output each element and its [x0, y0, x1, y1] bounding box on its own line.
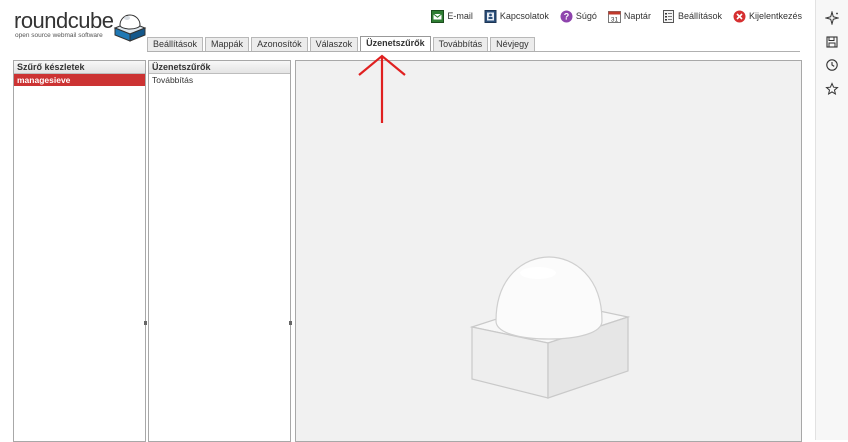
settings-icon — [662, 9, 674, 23]
filtersets-panel: Szűrő készletek managesieve — [13, 60, 146, 442]
tab-underline — [147, 51, 800, 52]
contacts-icon — [484, 9, 497, 23]
tab-identities[interactable]: Azonosítók — [251, 37, 308, 51]
tab-responses[interactable]: Válaszok — [309, 37, 359, 51]
star-icon[interactable] — [825, 82, 839, 96]
roundcube-logo-icon — [113, 14, 147, 42]
filters-header: Üzenetszűrők — [149, 61, 290, 74]
logout-icon — [733, 10, 746, 22]
tab-preferences[interactable]: Beállítások — [147, 37, 204, 51]
filter-item[interactable]: Továbbítás — [149, 74, 290, 86]
nav-calendar[interactable]: 31 Naptár — [607, 10, 651, 23]
logo-wordmark: roundcube — [14, 8, 114, 33]
roundcube-logo[interactable]: roundcube open source webmail software — [14, 8, 147, 42]
filterset-item[interactable]: managesieve — [14, 74, 145, 86]
calendar-icon: 31 — [607, 10, 621, 23]
nav-email[interactable]: E-mail — [431, 9, 473, 23]
mail-icon — [431, 9, 445, 23]
nav-settings-label: Beállítások — [677, 11, 722, 21]
tab-folders[interactable]: Mappák — [205, 37, 250, 51]
nav-help-label: Súgó — [575, 11, 597, 21]
logo-tagline: open source webmail software — [15, 32, 103, 39]
nav-logout-label: Kijelentkezés — [748, 11, 802, 21]
save-icon[interactable] — [825, 35, 839, 49]
top-navigation: E-mail Kapcsolatok ? Súgó 31 Naptár Beál… — [420, 7, 802, 25]
annotation-arrow-icon — [358, 54, 406, 123]
nav-contacts-label: Kapcsolatok — [499, 11, 549, 21]
splitter-handle[interactable] — [289, 321, 292, 325]
settings-tabs: Beállítások Mappák Azonosítók Válaszok Ü… — [147, 36, 537, 52]
nav-help[interactable]: ? Súgó — [560, 10, 597, 23]
roundcube-watermark-icon — [469, 256, 631, 399]
browser-sidebar — [815, 0, 848, 440]
nav-calendar-label: Naptár — [623, 11, 651, 21]
filtersets-header: Szűrő készletek — [14, 61, 145, 74]
nav-logout[interactable]: Kijelentkezés — [733, 10, 802, 23]
tab-filters[interactable]: Üzenetszűrők — [360, 36, 431, 51]
tab-forwarding[interactable]: Továbbítás — [432, 37, 489, 51]
tab-vcard[interactable]: Névjegy — [490, 37, 535, 51]
help-icon: ? — [560, 10, 573, 22]
svg-text:?: ? — [564, 11, 570, 21]
nav-settings[interactable]: Beállítások — [662, 9, 722, 23]
splitter-handle[interactable] — [144, 321, 147, 325]
nav-contacts[interactable]: Kapcsolatok — [484, 9, 549, 23]
calendar-day: 31 — [611, 16, 619, 23]
nav-email-label: E-mail — [447, 11, 473, 21]
filters-panel: Üzenetszűrők Továbbítás — [148, 60, 291, 442]
sparkle-icon[interactable] — [825, 11, 839, 25]
history-icon[interactable] — [825, 58, 839, 72]
